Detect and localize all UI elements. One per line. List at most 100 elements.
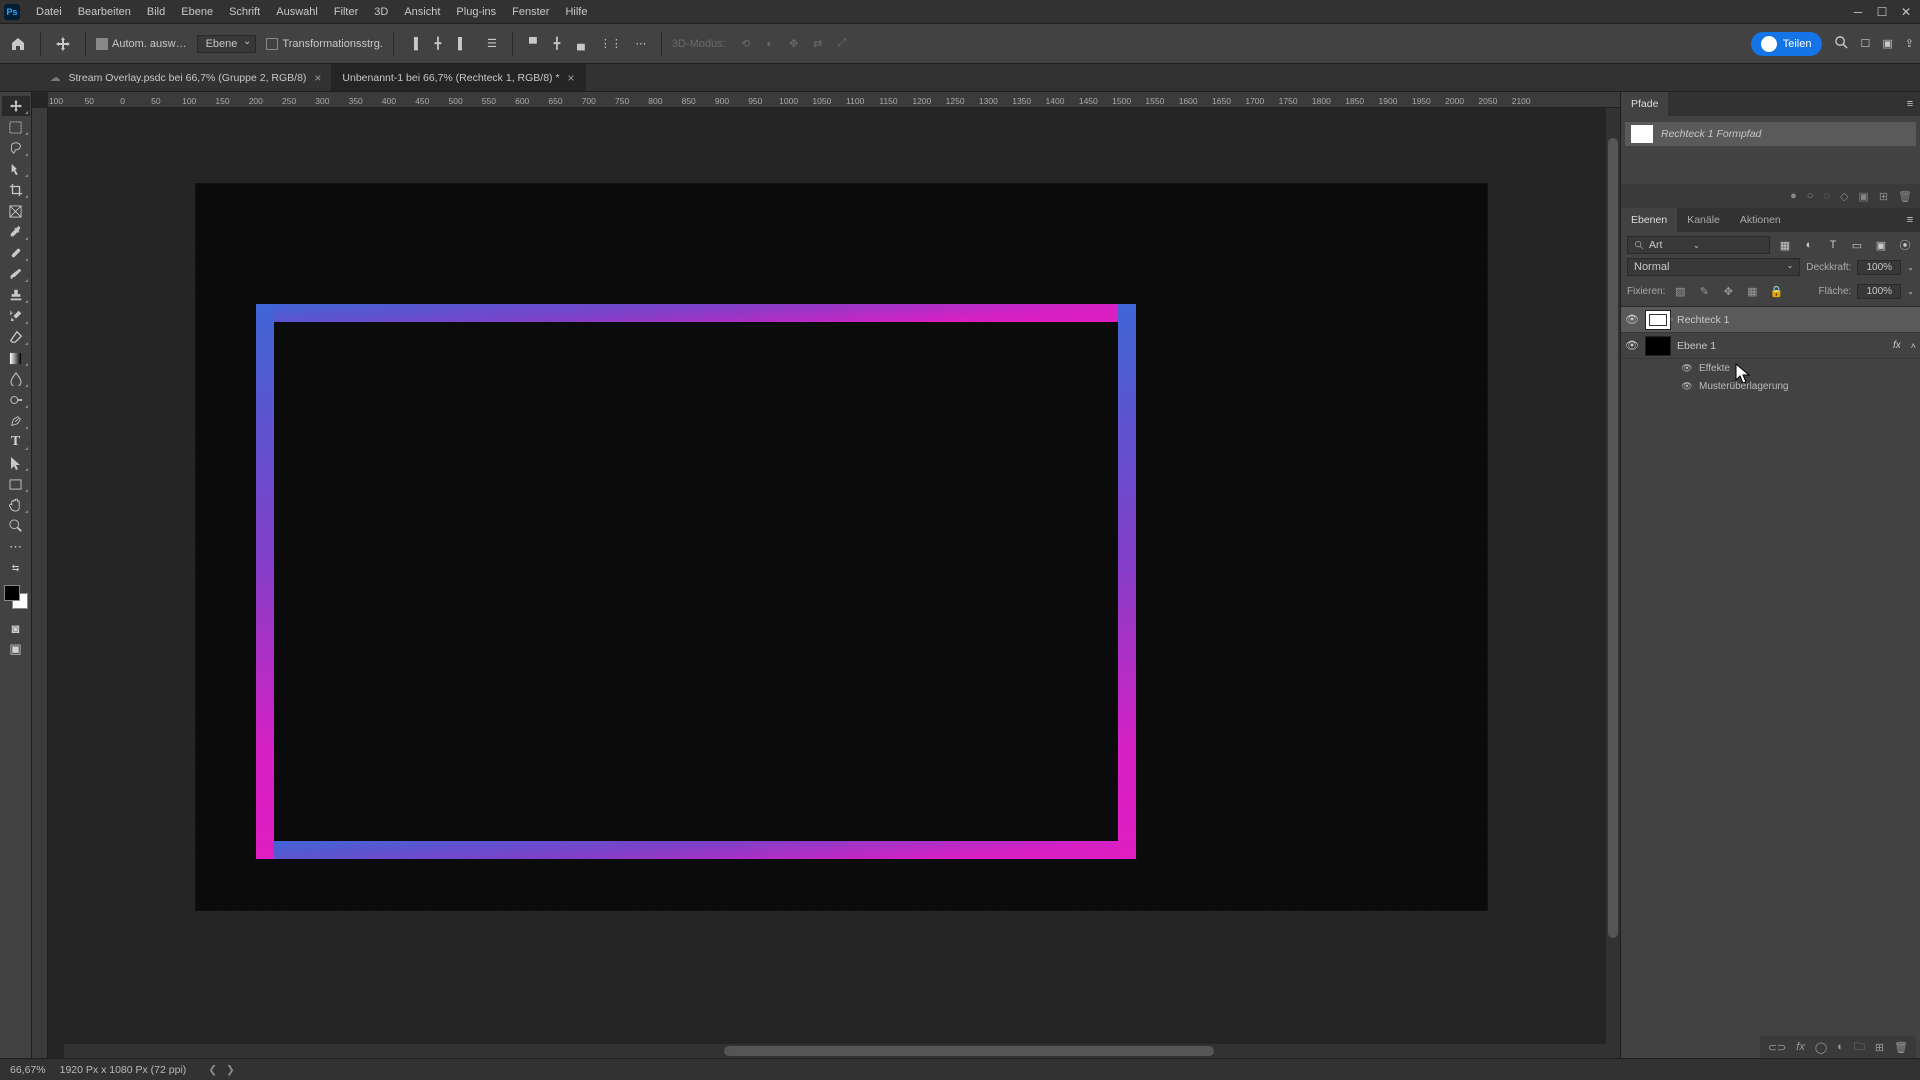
align-more-button[interactable]: ☰: [482, 34, 502, 54]
stroke-path-button[interactable]: ○: [1807, 190, 1814, 202]
layer-name-label[interactable]: Rechteck 1: [1677, 314, 1730, 326]
blur-tool[interactable]: [2, 369, 30, 389]
lock-artboard-button[interactable]: ▦: [1743, 282, 1761, 300]
auto-select-kind-dropdown[interactable]: Ebene: [197, 35, 257, 53]
export-button[interactable]: ⇪: [1905, 37, 1914, 50]
menu-auswahl[interactable]: Auswahl: [268, 4, 326, 20]
group-layers-button[interactable]: 🗀: [1854, 1038, 1865, 1057]
dodge-tool[interactable]: [2, 390, 30, 410]
3d-orbit-button[interactable]: ⟲: [736, 34, 756, 54]
layers-panel-menu[interactable]: ≡: [1900, 208, 1920, 232]
layer-thumbnail[interactable]: ▫: [1645, 310, 1671, 330]
fx-collapse-icon[interactable]: ˄: [1911, 341, 1916, 351]
visibility-toggle[interactable]: 👁: [1625, 313, 1639, 326]
filter-type-button[interactable]: T: [1824, 236, 1842, 254]
menu-schrift[interactable]: Schrift: [221, 4, 268, 20]
doc-nav-arrows[interactable]: ❮ ❯: [208, 1064, 238, 1076]
paths-tab[interactable]: Pfade: [1621, 92, 1668, 116]
align-bottom-button[interactable]: ▄: [571, 34, 591, 54]
move-tool[interactable]: [2, 96, 30, 116]
align-vcenter-button[interactable]: ╋: [547, 34, 567, 54]
foreground-color-swatch[interactable]: [4, 585, 20, 601]
layer-effects-header[interactable]: 👁 Effekte: [1621, 359, 1920, 377]
screen-mode-button[interactable]: ☐: [1861, 37, 1871, 50]
visibility-toggle[interactable]: 👁: [1625, 339, 1639, 352]
menu-3d[interactable]: 3D: [366, 4, 396, 20]
filter-shape-button[interactable]: ▭: [1848, 236, 1866, 254]
3d-scale-button[interactable]: ⤢: [832, 34, 852, 54]
add-mask-button[interactable]: ▣: [1858, 190, 1868, 203]
brush-tool[interactable]: [2, 264, 30, 284]
layer-row-ebene1[interactable]: 👁 Ebene 1 fx ˄: [1621, 333, 1920, 359]
auto-select-checkbox[interactable]: Autom. ausw…: [96, 38, 187, 50]
crop-tool[interactable]: [2, 180, 30, 200]
layer-thumbnail[interactable]: [1645, 336, 1671, 356]
lock-transparent-button[interactable]: ▨: [1671, 282, 1689, 300]
layer-mask-button[interactable]: ◯: [1815, 1041, 1827, 1054]
rectangle-shape[interactable]: [256, 304, 1136, 859]
menu-bild[interactable]: Bild: [139, 4, 173, 20]
menu-ebene[interactable]: Ebene: [173, 4, 221, 20]
new-path-button[interactable]: ⊞: [1879, 190, 1888, 203]
window-close-button[interactable]: ✕: [1896, 4, 1916, 20]
3d-pan-button[interactable]: ✥: [784, 34, 804, 54]
adjustment-layer-button[interactable]: ◐: [1837, 1041, 1844, 1053]
filter-toggle-switch[interactable]: ⦿: [1896, 236, 1914, 254]
more-options-button[interactable]: ⋯: [631, 34, 651, 54]
document-dimensions[interactable]: 1920 Px x 1080 Px (72 ppi): [60, 1064, 187, 1076]
align-top-button[interactable]: ▀: [523, 34, 543, 54]
align-hcenter-button[interactable]: ╋: [428, 34, 448, 54]
lock-all-button[interactable]: 🔒: [1767, 282, 1785, 300]
menu-datei[interactable]: Datei: [28, 4, 70, 20]
eyedropper-tool[interactable]: [2, 222, 30, 242]
layer-fx-badge[interactable]: fx: [1893, 340, 1905, 351]
menu-plugins[interactable]: Plug-ins: [448, 4, 504, 20]
make-selection-button[interactable]: ◇: [1840, 190, 1848, 203]
scrollbar-vertical[interactable]: [1606, 108, 1620, 1058]
layer-filter-input[interactable]: [1649, 239, 1689, 251]
menu-hilfe[interactable]: Hilfe: [557, 4, 595, 20]
link-layers-button[interactable]: ⊂⊃: [1768, 1041, 1786, 1054]
tab-close-icon[interactable]: ×: [314, 71, 321, 85]
hand-tool[interactable]: [2, 495, 30, 515]
scrollbar-horizontal[interactable]: [64, 1044, 1606, 1058]
home-button[interactable]: [6, 32, 30, 56]
filter-smart-button[interactable]: ▣: [1872, 236, 1890, 254]
gradient-tool[interactable]: [2, 348, 30, 368]
new-layer-button[interactable]: ⊞: [1875, 1041, 1884, 1054]
workspace-button[interactable]: ▣: [1882, 37, 1892, 50]
move-tool-icon[interactable]: [51, 32, 75, 56]
frame-tool[interactable]: [2, 201, 30, 221]
align-left-button[interactable]: ▐: [404, 34, 424, 54]
menu-filter[interactable]: Filter: [326, 4, 366, 20]
window-minimize-button[interactable]: ─: [1848, 4, 1868, 20]
effects-visibility-toggle[interactable]: 👁: [1681, 363, 1693, 374]
edit-toolbar-button[interactable]: ⋯: [2, 537, 30, 557]
effect-visibility-toggle[interactable]: 👁: [1681, 381, 1693, 392]
channels-tab[interactable]: Kanäle: [1677, 208, 1730, 232]
path-select-tool[interactable]: [2, 453, 30, 473]
paths-panel-menu[interactable]: ≡: [1900, 92, 1920, 116]
history-brush-tool[interactable]: [2, 306, 30, 326]
lock-position-button[interactable]: ✥: [1719, 282, 1737, 300]
load-selection-button[interactable]: ◌: [1823, 190, 1830, 202]
quick-mask-button[interactable]: ◙: [2, 618, 30, 638]
layers-tab[interactable]: Ebenen: [1621, 208, 1677, 232]
actions-tab[interactable]: Aktionen: [1730, 208, 1791, 232]
delete-path-button[interactable]: 🗑: [1898, 190, 1912, 203]
share-button[interactable]: Teilen: [1751, 32, 1822, 56]
transform-controls-checkbox[interactable]: Transformationsstrg.: [266, 38, 382, 50]
marquee-tool[interactable]: [2, 117, 30, 137]
3d-roll-button[interactable]: ◐: [760, 34, 780, 54]
distribute-button[interactable]: ⋮⋮: [601, 34, 621, 54]
canvas-area[interactable]: [48, 108, 1620, 1058]
align-right-button[interactable]: ▌: [452, 34, 472, 54]
menu-bearbeiten[interactable]: Bearbeiten: [70, 4, 139, 20]
swap-colors-icon[interactable]: ⇆: [2, 558, 30, 578]
ruler-vertical[interactable]: [32, 108, 48, 1058]
document-tab-2[interactable]: Unbenannt-1 bei 66,7% (Rechteck 1, RGB/8…: [332, 64, 585, 91]
layer-style-button[interactable]: fx: [1796, 1041, 1805, 1053]
color-swatches[interactable]: [4, 585, 28, 609]
document-tab-1[interactable]: ☁ Stream Overlay.psdc bei 66,7% (Gruppe …: [40, 64, 332, 91]
zoom-level[interactable]: 66,67%: [10, 1064, 46, 1076]
